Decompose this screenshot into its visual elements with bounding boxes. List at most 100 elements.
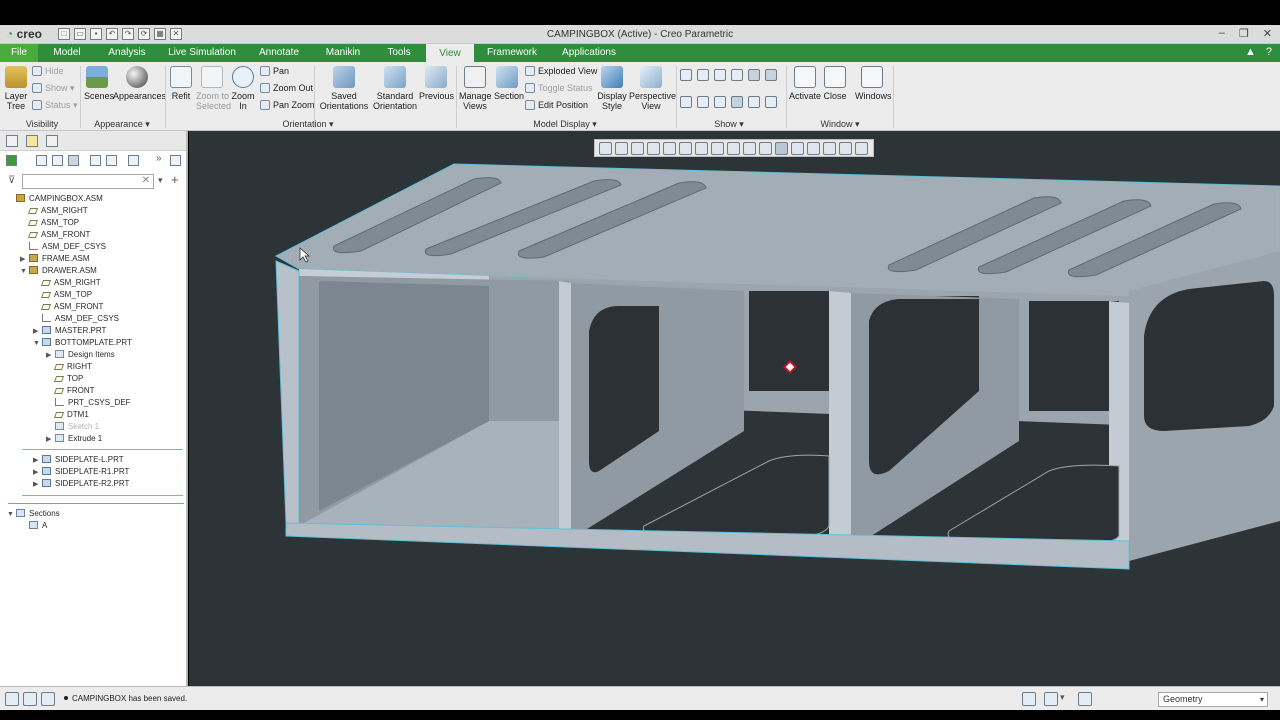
- windows-button[interactable]: Windows: [855, 66, 892, 101]
- tab-view[interactable]: View: [426, 44, 474, 62]
- expand-arrow-icon[interactable]: ▼: [33, 338, 42, 350]
- dimension-display-icon[interactable]: [748, 96, 760, 108]
- show-button[interactable]: Show ▾: [32, 83, 75, 94]
- zoom-to-selected-button[interactable]: Zoom to Selected: [196, 66, 231, 111]
- add-filter-icon[interactable]: +: [171, 172, 179, 187]
- tree-item[interactable]: ▶ SIDEPLATE-L.PRT: [33, 454, 124, 466]
- select-box-icon[interactable]: [1078, 692, 1092, 706]
- tree-item[interactable]: ▶ FRAME.ASM: [20, 253, 90, 265]
- selection-filter-icon[interactable]: [1044, 692, 1058, 706]
- tree-display-icon[interactable]: [6, 155, 17, 166]
- tree-settings-icon[interactable]: [68, 155, 79, 166]
- tree-show-icon[interactable]: [128, 155, 139, 166]
- tree-item[interactable]: ASM_RIGHT: [20, 205, 88, 217]
- tree-item[interactable]: ▼ DRAWER.ASM: [20, 265, 97, 277]
- previous-button[interactable]: Previous: [419, 66, 454, 101]
- point-display-icon[interactable]: [714, 69, 726, 81]
- plane-display-icon[interactable]: [680, 69, 692, 81]
- perspective-view-button[interactable]: Perspective View: [629, 66, 676, 111]
- tree-item[interactable]: RIGHT: [46, 361, 92, 373]
- tree-search-input[interactable]: ✕: [22, 174, 154, 189]
- zoom-out-button[interactable]: Zoom Out: [260, 83, 313, 94]
- tree-item[interactable]: ▶ Extrude 1: [46, 433, 102, 445]
- manage-views-button[interactable]: Manage Views: [459, 66, 492, 111]
- folder-browser-tab-icon[interactable]: [26, 135, 38, 147]
- scenes-button[interactable]: Scenes: [84, 66, 114, 101]
- tab-tools[interactable]: Tools: [382, 44, 416, 62]
- section-button[interactable]: Section: [494, 66, 524, 101]
- tree-list-icon[interactable]: [36, 155, 47, 166]
- status-button[interactable]: Status ▾: [32, 100, 78, 111]
- tree-item[interactable]: PRT_CSYS_DEF: [46, 397, 131, 409]
- tree-item[interactable]: ▶ SIDEPLATE-R2.PRT: [33, 478, 129, 490]
- activate-button[interactable]: Activate: [789, 66, 821, 101]
- tree-item[interactable]: ASM_TOP: [33, 289, 92, 301]
- tree-item[interactable]: ▶ MASTER.PRT: [33, 325, 106, 337]
- axis-tag-icon[interactable]: [697, 96, 709, 108]
- tree-item[interactable]: ▶ Design Items: [46, 349, 115, 361]
- minimize-ribbon-icon[interactable]: ▲: [1245, 46, 1256, 58]
- help-icon[interactable]: ?: [1266, 46, 1272, 58]
- tree-item[interactable]: ▼ Sections: [7, 508, 60, 520]
- message-log-icon[interactable]: [5, 692, 19, 706]
- edit-position-button[interactable]: Edit Position: [525, 100, 588, 111]
- tree-item[interactable]: ASM_FRONT: [33, 301, 103, 313]
- tree-columns-icon[interactable]: [52, 155, 63, 166]
- tree-item[interactable]: DTM1: [46, 409, 89, 421]
- chevron-down-icon[interactable]: ▾: [1060, 692, 1065, 703]
- maximize-icon[interactable]: ❐: [1239, 27, 1249, 40]
- layer-tree-button[interactable]: Layer Tree: [4, 66, 28, 111]
- minimize-icon[interactable]: –: [1219, 27, 1225, 40]
- appearances-button[interactable]: Appearances: [113, 66, 166, 101]
- filter-icon[interactable]: ⊽: [8, 175, 15, 186]
- exploded-view-button[interactable]: Exploded View: [525, 66, 597, 77]
- point-tag-icon[interactable]: [714, 96, 726, 108]
- expand-arrow-icon[interactable]: ▶: [33, 479, 42, 491]
- tab-applications[interactable]: Applications: [558, 44, 620, 62]
- pan-zoom-button[interactable]: Pan Zoom: [260, 100, 315, 111]
- csys-tag-icon[interactable]: [731, 96, 743, 108]
- model-tree-tab-icon[interactable]: [6, 135, 18, 147]
- tab-analysis[interactable]: Analysis: [104, 44, 150, 62]
- close-button[interactable]: Close: [823, 66, 847, 101]
- hide-button[interactable]: Hide: [32, 66, 64, 77]
- tab-file[interactable]: File: [0, 44, 38, 62]
- favorites-tab-icon[interactable]: [46, 135, 58, 147]
- tree-filter-icon[interactable]: [90, 155, 101, 166]
- zoom-in-button[interactable]: Zoom In: [231, 66, 255, 111]
- search-dropdown-icon[interactable]: ▾: [158, 175, 163, 186]
- selection-filter-dropdown[interactable]: Geometry ▾: [1158, 692, 1268, 707]
- model-tree-toggle-icon[interactable]: [23, 692, 37, 706]
- tree-item[interactable]: CAMPINGBOX.ASM: [7, 193, 103, 205]
- tree-item[interactable]: ▶ SIDEPLATE-R1.PRT: [33, 466, 129, 478]
- tab-framework[interactable]: Framework: [484, 44, 540, 62]
- tree-item[interactable]: ASM_TOP: [20, 217, 79, 229]
- tab-live-simulation[interactable]: Live Simulation: [166, 44, 238, 62]
- tab-manikin[interactable]: Manikin: [320, 44, 366, 62]
- tree-item[interactable]: ASM_FRONT: [20, 229, 90, 241]
- tree-item[interactable]: ▼ BOTTOMPLATE.PRT: [33, 337, 132, 349]
- spin-center-icon[interactable]: [765, 69, 777, 81]
- tree-item[interactable]: FRONT: [46, 385, 95, 397]
- pan-button[interactable]: Pan: [260, 66, 289, 77]
- chevron-right-icon[interactable]: »: [156, 153, 162, 164]
- browser-toggle-icon[interactable]: [41, 692, 55, 706]
- graphics-window[interactable]: [189, 131, 1280, 686]
- tree-item[interactable]: TOP: [46, 373, 83, 385]
- clear-search-icon[interactable]: ✕: [142, 175, 150, 186]
- tree-columns-add-icon[interactable]: [106, 155, 117, 166]
- toggle-status-button[interactable]: Toggle Status: [525, 83, 593, 94]
- tab-model[interactable]: Model: [46, 44, 88, 62]
- expand-arrow-icon[interactable]: ▶: [46, 434, 55, 446]
- refit-button[interactable]: Refit: [169, 66, 193, 101]
- tree-item[interactable]: ASM_DEF_CSYS: [33, 313, 119, 325]
- tree-item[interactable]: ASM_DEF_CSYS: [20, 241, 106, 253]
- tree-item[interactable]: ASM_RIGHT: [33, 277, 101, 289]
- tree-expand-icon[interactable]: [170, 155, 181, 166]
- display-style-button[interactable]: Display Style: [597, 66, 627, 111]
- plane-tag-icon[interactable]: [680, 96, 692, 108]
- tree-item[interactable]: A: [20, 520, 47, 532]
- display-options-icon[interactable]: [765, 96, 777, 108]
- axis-display-icon[interactable]: [697, 69, 709, 81]
- tab-annotate[interactable]: Annotate: [254, 44, 304, 62]
